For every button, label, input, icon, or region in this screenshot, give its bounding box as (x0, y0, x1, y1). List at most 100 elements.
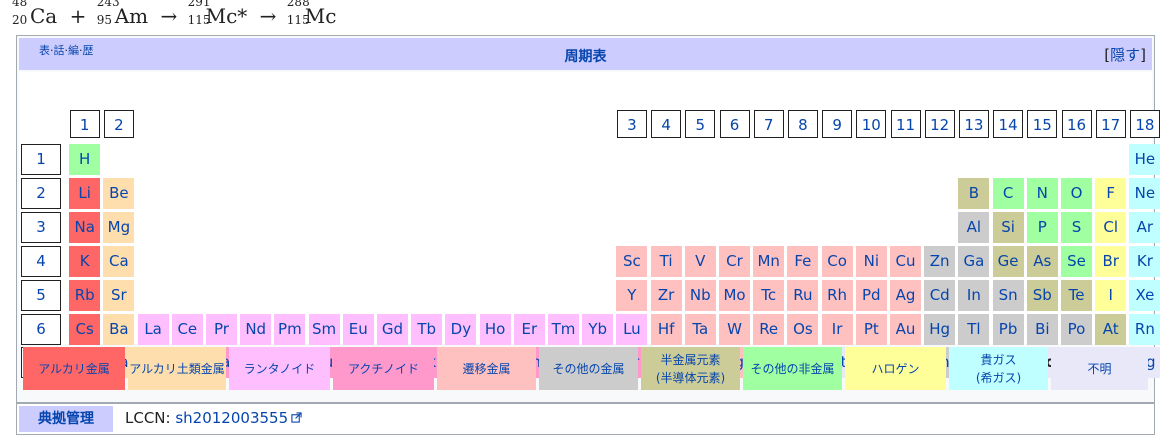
element-ce[interactable]: Ce (171, 313, 203, 345)
element-os[interactable]: Os (787, 313, 819, 345)
element-gd[interactable]: Gd (377, 313, 408, 345)
element-he[interactable]: He (1129, 144, 1160, 175)
legend-transition[interactable]: 遷移金属 (437, 347, 536, 390)
element-ta[interactable]: Ta (684, 313, 716, 345)
element-br[interactable]: Br (1095, 245, 1127, 277)
element-s[interactable]: S (1061, 211, 1092, 243)
legend-actinide[interactable]: アクチノイド (333, 347, 434, 390)
legend-lanthanide[interactable]: ランタノイド (229, 347, 330, 390)
element-dy[interactable]: Dy (445, 313, 477, 345)
period-3[interactable]: 3 (21, 211, 61, 243)
element-re[interactable]: Re (753, 313, 785, 345)
element-sn[interactable]: Sn (992, 279, 1024, 311)
period-1[interactable]: 1 (21, 144, 61, 175)
element-ni[interactable]: Ni (855, 245, 887, 277)
hide-link[interactable]: 隠す (1110, 46, 1140, 64)
element-ne[interactable]: Ne (1129, 177, 1160, 209)
element-at[interactable]: At (1095, 313, 1127, 345)
element-hg[interactable]: Hg (924, 313, 956, 345)
element-er[interactable]: Er (513, 313, 545, 345)
group-15[interactable]: 15 (1027, 110, 1058, 138)
element-mg[interactable]: Mg (103, 211, 135, 243)
element-o[interactable]: O (1061, 177, 1092, 209)
group-3[interactable]: 3 (616, 110, 647, 138)
group-2[interactable]: 2 (103, 110, 134, 138)
element-yb[interactable]: Yb (582, 313, 614, 345)
element-ca[interactable]: Ca (103, 245, 135, 277)
group-6[interactable]: 6 (719, 110, 750, 138)
element-be[interactable]: Be (103, 177, 135, 209)
element-eu[interactable]: Eu (342, 313, 374, 345)
element-ba[interactable]: Ba (103, 313, 135, 345)
element-as[interactable]: As (1026, 245, 1058, 277)
element-p[interactable]: P (1026, 211, 1058, 243)
element-rn[interactable]: Rn (1129, 313, 1160, 345)
element-ge[interactable]: Ge (992, 245, 1024, 277)
group-14[interactable]: 14 (993, 110, 1024, 138)
group-13[interactable]: 13 (958, 110, 989, 138)
legend-metalloid[interactable]: 半金属元素 (半導体元素) (641, 347, 740, 390)
element-cr[interactable]: Cr (719, 245, 750, 277)
element-nb[interactable]: Nb (684, 279, 716, 311)
element-nd[interactable]: Nd (240, 313, 272, 345)
element-zn[interactable]: Zn (924, 245, 956, 277)
element-ga[interactable]: Ga (958, 245, 990, 277)
group-18[interactable]: 18 (1129, 110, 1160, 138)
group-4[interactable]: 4 (651, 110, 682, 138)
element-lu[interactable]: Lu (616, 313, 648, 345)
period-5[interactable]: 5 (21, 279, 61, 311)
element-sr[interactable]: Sr (103, 279, 135, 311)
element-h[interactable]: H (69, 144, 101, 175)
legend-alkali[interactable]: アルカリ金属 (23, 347, 125, 390)
element-y[interactable]: Y (616, 279, 648, 311)
element-cs[interactable]: Cs (69, 313, 101, 345)
element-sc[interactable]: Sc (616, 245, 648, 277)
element-co[interactable]: Co (821, 245, 853, 277)
legend-noble[interactable]: 貴ガス (希ガス) (949, 347, 1048, 390)
legend-nonmetal[interactable]: その他の非金属 (743, 347, 842, 390)
group-17[interactable]: 17 (1095, 110, 1126, 138)
element-mo[interactable]: Mo (719, 279, 750, 311)
element-ir[interactable]: Ir (821, 313, 853, 345)
group-5[interactable]: 5 (685, 110, 716, 138)
element-rh[interactable]: Rh (821, 279, 853, 311)
group-1[interactable]: 1 (69, 110, 100, 138)
element-c[interactable]: C (992, 177, 1024, 209)
element-al[interactable]: Al (958, 211, 990, 243)
element-cl[interactable]: Cl (1095, 211, 1127, 243)
element-hf[interactable]: Hf (650, 313, 682, 345)
group-8[interactable]: 8 (787, 110, 818, 138)
group-7[interactable]: 7 (753, 110, 784, 138)
element-pb[interactable]: Pb (992, 313, 1024, 345)
element-ru[interactable]: Ru (787, 279, 819, 311)
group-10[interactable]: 10 (856, 110, 887, 138)
element-la[interactable]: La (137, 313, 169, 345)
element-n[interactable]: N (1026, 177, 1058, 209)
element-ar[interactable]: Ar (1129, 211, 1160, 243)
period-6[interactable]: 6 (21, 313, 61, 345)
element-tc[interactable]: Tc (753, 279, 785, 311)
element-w[interactable]: W (719, 313, 750, 345)
element-se[interactable]: Se (1061, 245, 1092, 277)
element-rb[interactable]: Rb (69, 279, 101, 311)
element-zr[interactable]: Zr (650, 279, 682, 311)
element-pr[interactable]: Pr (206, 313, 237, 345)
group-11[interactable]: 11 (890, 110, 921, 138)
legend-alkaline[interactable]: アルカリ土類金属 (128, 347, 226, 390)
group-9[interactable]: 9 (822, 110, 853, 138)
element-te[interactable]: Te (1061, 279, 1092, 311)
group-16[interactable]: 16 (1061, 110, 1092, 138)
element-k[interactable]: K (69, 245, 101, 277)
element-tm[interactable]: Tm (548, 313, 579, 345)
element-pm[interactable]: Pm (274, 313, 306, 345)
element-pd[interactable]: Pd (855, 279, 887, 311)
element-li[interactable]: Li (69, 177, 101, 209)
element-tl[interactable]: Tl (958, 313, 990, 345)
element-bi[interactable]: Bi (1026, 313, 1058, 345)
authority-label[interactable]: 典拠管理 (19, 406, 113, 432)
element-sb[interactable]: Sb (1026, 279, 1058, 311)
legend-post[interactable]: その他の金属 (539, 347, 638, 390)
element-pt[interactable]: Pt (855, 313, 887, 345)
element-xe[interactable]: Xe (1129, 279, 1160, 311)
element-i[interactable]: I (1095, 279, 1127, 311)
